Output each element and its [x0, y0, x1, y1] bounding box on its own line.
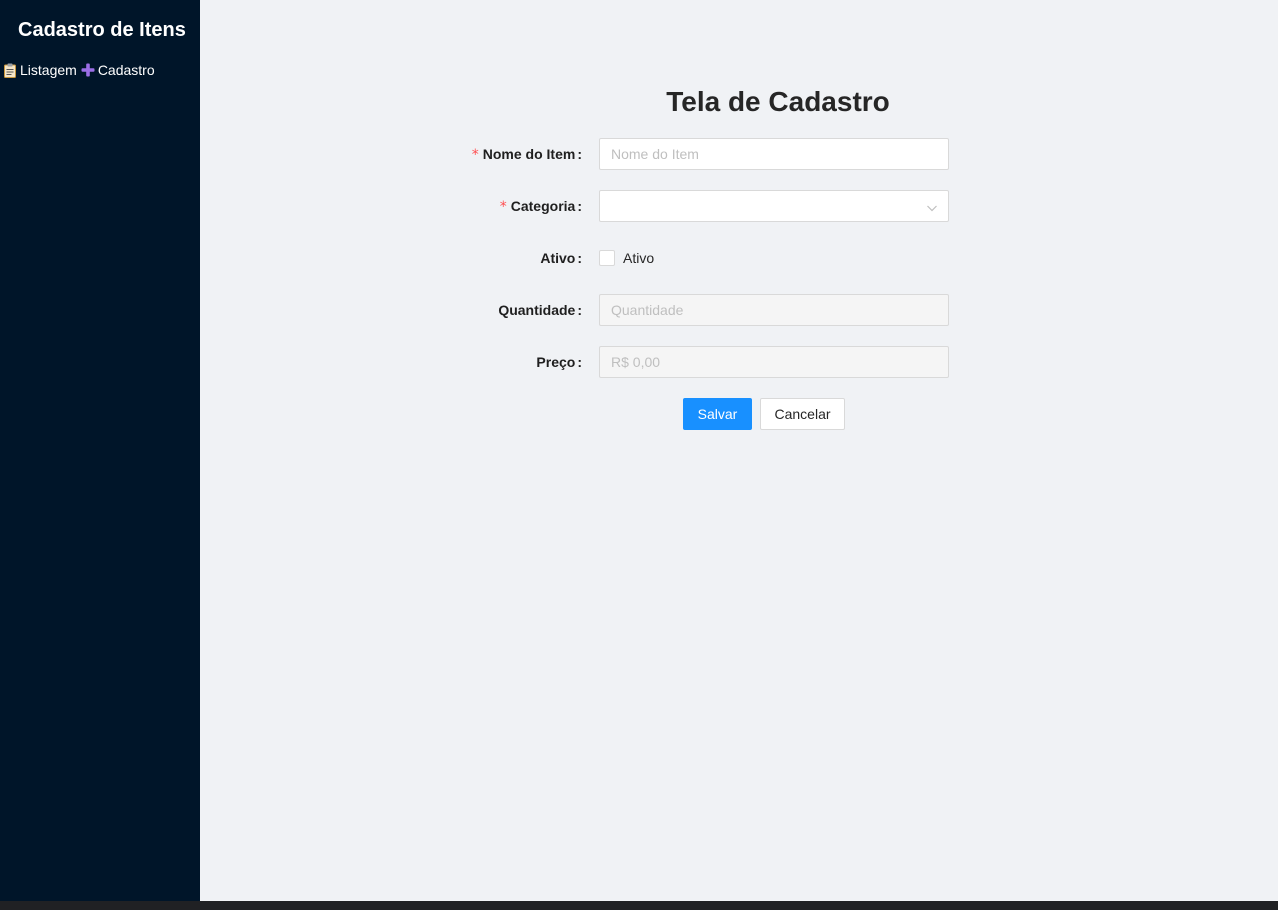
window-bottom-edge — [0, 901, 1278, 910]
categoria-select[interactable] — [599, 190, 949, 222]
ativo-checkbox-wrapper[interactable]: Ativo — [599, 242, 949, 274]
main-content: Tela de Cadastro *Nome do Item: *Categor… — [200, 0, 1278, 901]
preco-input[interactable] — [599, 346, 949, 378]
plus-icon — [80, 62, 96, 78]
categoria-label: * Categoria: — [500, 190, 582, 222]
required-mark: * — [471, 147, 479, 163]
app: Cadastro de Itens Listagem Cadastro Tela… — [0, 0, 1278, 910]
preco-label-text: Preço — [536, 354, 576, 370]
quantidade-label: Quantidade: — [498, 294, 582, 326]
preco-label: Preço: — [536, 346, 582, 378]
nav-item-cadastro[interactable]: Cadastro — [80, 62, 155, 78]
form-row-ativo: Ativo: Ativo — [200, 242, 1278, 274]
cancel-button[interactable]: Cancelar — [760, 398, 845, 430]
label-colon: : — [577, 250, 582, 266]
ativo-label-text: Ativo — [540, 250, 576, 266]
form-row-quantidade: Quantidade: — [200, 294, 1278, 326]
quantidade-input[interactable] — [599, 294, 949, 326]
sidebar-nav: Listagem Cadastro — [2, 62, 155, 78]
form-actions: Salvar Cancelar — [200, 398, 1278, 430]
app-title: Cadastro de Itens — [18, 19, 186, 41]
ativo-checkbox[interactable] — [599, 250, 615, 266]
nav-label-cadastro: Cadastro — [97, 62, 155, 78]
clipboard-icon — [2, 62, 18, 78]
nome-input[interactable] — [599, 138, 949, 170]
label-colon: : — [577, 146, 582, 162]
nome-label: * Nome do Item: — [472, 138, 582, 170]
page-title: Tela de Cadastro — [666, 86, 890, 117]
label-colon: : — [577, 302, 582, 318]
form-row-preco: Preço: — [200, 346, 1278, 378]
nav-item-listagem[interactable]: Listagem — [2, 62, 77, 78]
label-colon: : — [577, 354, 582, 370]
sidebar: Cadastro de Itens Listagem Cadastro — [0, 0, 200, 901]
form-row-nome: * Nome do Item: — [200, 138, 1278, 170]
required-mark: * — [499, 199, 507, 215]
form-row-categoria: * Categoria: — [200, 190, 1278, 222]
chevron-down-icon — [926, 201, 938, 213]
quantidade-label-text: Quantidade — [498, 302, 576, 318]
nome-label-text: Nome do Item — [482, 146, 576, 162]
nav-label-listagem: Listagem — [20, 62, 77, 78]
label-colon: : — [577, 198, 582, 214]
categoria-label-text: Categoria — [510, 198, 576, 214]
save-button[interactable]: Salvar — [683, 398, 752, 430]
ativo-checkbox-label: Ativo — [623, 250, 655, 266]
ativo-label: Ativo: — [540, 242, 582, 274]
